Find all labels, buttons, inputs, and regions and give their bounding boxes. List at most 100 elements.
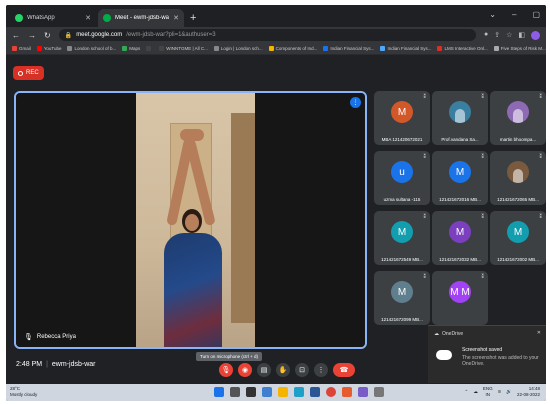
bookmark-item[interactable]: Indian Financial Sys... xyxy=(380,46,431,51)
mic-muted-icon: ⁑ xyxy=(423,94,427,100)
search-icon[interactable] xyxy=(230,387,240,397)
participant-tile[interactable]: ⁑ Prof.vandana Sa... xyxy=(432,91,488,145)
screenshot-frame: WhatsApp ✕ Meet - ewm-jdsb-war ✕ + ⌄ – ▢… xyxy=(6,5,546,401)
reload-icon[interactable]: ↻ xyxy=(44,31,51,40)
participant-tile[interactable]: ⁑ M 121421672032 MB... xyxy=(432,211,488,265)
system-tray: ⌃ ☁ ENG IN ≋ 🔊 14:48 22-08-2022 xyxy=(465,386,540,398)
toast-body: The screenshot was added to your OneDriv… xyxy=(462,355,539,367)
task-view-icon[interactable] xyxy=(246,387,256,397)
onedrive-tray-icon[interactable]: ☁ xyxy=(473,389,478,395)
participant-avatar: u xyxy=(391,161,413,183)
captions-icon[interactable]: ▤ xyxy=(257,363,271,377)
tab-whatsapp[interactable]: WhatsApp ✕ xyxy=(10,9,96,27)
extensions-icon[interactable]: ◧ xyxy=(518,31,525,40)
back-icon[interactable]: ← xyxy=(12,31,20,40)
video-letterbox-right xyxy=(255,93,365,347)
bookmark-item[interactable]: Components of Ind... xyxy=(268,46,317,51)
folder-icon[interactable] xyxy=(278,387,288,397)
participant-tile[interactable]: ⁑ martin bhoompa... xyxy=(490,91,546,145)
new-tab-button[interactable]: + xyxy=(186,12,200,27)
bookmark-item[interactable]: WINNTGME | All C... xyxy=(159,46,208,51)
weather-widget[interactable]: 28°C Mostly cloudy xyxy=(10,386,37,398)
toast-app-name: OneDrive xyxy=(442,331,464,337)
wifi-icon[interactable]: ≋ xyxy=(498,389,502,395)
store-icon[interactable] xyxy=(310,387,320,397)
mic-muted-icon: ⁑ xyxy=(481,94,485,100)
participant-tile[interactable]: ⁑ M 121421672016 MB... xyxy=(432,151,488,205)
mic-muted-icon: ⁑ xyxy=(481,154,485,160)
close-icon[interactable]: ✕ xyxy=(85,14,91,22)
participant-tile[interactable]: ⁑ u uzma sultana -115 xyxy=(374,151,430,205)
bookmark-item[interactable]: Five Steps of Risk M... xyxy=(493,46,546,51)
address-input[interactable]: 🔒 meet.google.com/ewm-jdsb-war?pli=1&aut… xyxy=(58,29,476,41)
participant-name: martin bhoompa... xyxy=(499,137,537,142)
meeting-controls: 🎙 ◉ ▤ ✋ ⊡ ⋮ ☎ xyxy=(219,363,355,377)
settings-icon[interactable] xyxy=(374,387,384,397)
rec-label: REC xyxy=(26,70,39,76)
microphone-off-icon[interactable]: 🎙 xyxy=(219,363,233,377)
camera-icon[interactable]: ● xyxy=(484,31,488,40)
bookmark-label: Gmail xyxy=(19,46,31,51)
bookmark-item[interactable]: LMS Interactive Onl... xyxy=(437,46,488,51)
person-face xyxy=(185,214,199,231)
microphone-icon: 🎙 xyxy=(24,334,33,341)
participant-avatar: M xyxy=(391,281,413,303)
participant-avatar: M M xyxy=(449,281,471,303)
meeting-code: ewm-jdsb-war xyxy=(51,361,96,368)
participant-tile[interactable]: ⁑ M M xyxy=(432,271,488,325)
mic-muted-icon: ⁑ xyxy=(423,274,427,280)
participant-tile[interactable]: ⁑ M 121421672002 MB... xyxy=(490,211,546,265)
bookmark-favicon-icon xyxy=(380,46,386,51)
tab-meet[interactable]: Meet - ewm-jdsb-war ✕ xyxy=(98,9,184,27)
bookmark-item[interactable]: YouTube xyxy=(36,46,61,51)
language-indicator[interactable]: ENG IN xyxy=(483,386,493,398)
volume-icon[interactable]: 🔊 xyxy=(506,389,512,395)
windows-start-icon[interactable] xyxy=(214,387,224,397)
onedrive-notification[interactable]: ☁ OneDrive ✕ Screenshot saved The screen… xyxy=(428,325,546,383)
participant-tile[interactable]: ⁑ M 121421672099 MB... xyxy=(374,271,430,325)
raise-hand-icon[interactable]: ✋ xyxy=(276,363,290,377)
present-icon[interactable]: ⊡ xyxy=(295,363,309,377)
main-video-tile[interactable]: ⋮ 🎙 Rebecca Priya xyxy=(14,91,367,349)
participant-tile[interactable]: ⁑ M 121421672549 MB... xyxy=(374,211,430,265)
office-icon[interactable] xyxy=(342,387,352,397)
taskbar-clock[interactable]: 14:48 22-08-2022 xyxy=(517,386,540,398)
bookmark-label: Indian Financial Sys... xyxy=(330,46,375,51)
mic-tooltip: Turn on microphone (ctrl + d) xyxy=(196,352,262,361)
speaking-indicator-icon: ⋮ xyxy=(350,97,361,108)
widgets-icon[interactable] xyxy=(262,387,272,397)
end-call-button[interactable]: ☎ xyxy=(333,363,355,377)
chevron-down-icon[interactable]: ⌄ xyxy=(489,10,496,19)
edge-icon[interactable] xyxy=(294,387,304,397)
forward-icon[interactable]: → xyxy=(28,31,36,40)
mic-muted-icon: ⁑ xyxy=(481,274,485,280)
bookmark-item[interactable] xyxy=(146,46,153,51)
chevron-up-icon[interactable]: ⌃ xyxy=(465,389,469,395)
speaker-name-chip: 🎙 Rebecca Priya xyxy=(24,333,76,341)
camera-off-icon[interactable]: ◉ xyxy=(238,363,252,377)
participant-name: 121421672065 MB... xyxy=(497,197,539,202)
bookmark-item[interactable]: Maps xyxy=(122,46,140,51)
close-icon[interactable]: ✕ xyxy=(537,330,541,336)
photos-icon[interactable] xyxy=(358,387,368,397)
more-options-icon[interactable]: ⋮ xyxy=(314,363,328,377)
bookmark-item[interactable]: London school of b... xyxy=(67,46,116,51)
participant-tile[interactable]: ⁑ 121421672065 MB... xyxy=(490,151,546,205)
participant-name: 121421672016 MB... xyxy=(439,197,481,202)
chrome-icon[interactable] xyxy=(326,387,336,397)
share-icon[interactable]: ⇪ xyxy=(494,31,500,40)
maximize-icon[interactable]: ▢ xyxy=(532,10,540,19)
profile-avatar[interactable] xyxy=(531,30,540,40)
close-icon[interactable]: ✕ xyxy=(173,14,179,22)
bookmark-item[interactable]: Gmail xyxy=(12,46,31,51)
toolbar-icons: ● ⇪ ☆ ◧ xyxy=(484,30,540,40)
mic-muted-icon: ⁑ xyxy=(539,94,543,100)
participant-tile[interactable]: ⁑ M MBA 121420672021 xyxy=(374,91,430,145)
bookmark-label: London school of b... xyxy=(74,46,117,51)
participant-avatar xyxy=(507,161,529,183)
bookmark-item[interactable]: Indian Financial Sys... xyxy=(323,46,374,51)
minimize-icon[interactable]: – xyxy=(512,10,516,19)
bookmark-item[interactable]: Login | London sch... xyxy=(213,46,263,51)
star-icon[interactable]: ☆ xyxy=(506,31,512,40)
speaker-video xyxy=(136,93,259,347)
